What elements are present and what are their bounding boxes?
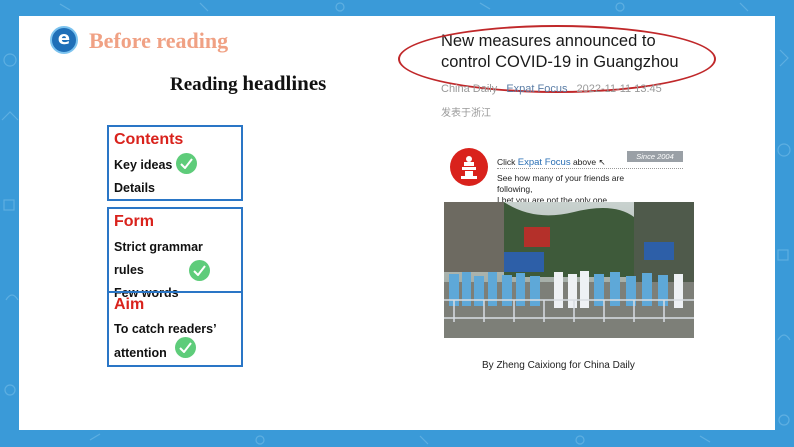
promo-click-prefix: Click <box>497 157 518 167</box>
article-location: 发表于浙江 <box>441 108 491 119</box>
checkmark-icon <box>189 260 210 281</box>
logo-e-icon: e <box>50 26 78 54</box>
contents-line-key-ideas: Key ideas <box>114 158 173 172</box>
aim-line-attention: attention <box>114 346 167 360</box>
contents-card: Contents Key ideas Details <box>107 125 243 201</box>
promo-divider <box>497 168 683 169</box>
contents-card-title: Contents <box>114 131 184 148</box>
article-datetime: 2022-11-11 13:45 <box>576 83 662 95</box>
form-card-title: Form <box>114 213 154 230</box>
subheading-word-headlines: headlines <box>242 71 327 95</box>
promo-click-line: Click Expat Focus above ↖ <box>497 157 606 168</box>
article-meta: China Daily Expat Focus 2022-11-11 13:45 <box>441 83 668 95</box>
promo-click-suffix: above ↖ <box>570 157 606 167</box>
aim-card-title: Aim <box>114 296 145 313</box>
form-line-strict-grammar: Strict grammar <box>114 240 203 254</box>
contents-line-details: Details <box>114 181 155 195</box>
subheading-word-reading: Reading <box>170 74 243 95</box>
article-column-link[interactable]: Expat Focus <box>506 83 567 95</box>
subheading: Reading headlines <box>170 71 326 96</box>
checkmark-icon <box>176 153 197 174</box>
news-photo <box>444 202 694 338</box>
aim-line-catch-readers: To catch readers’ <box>114 322 217 336</box>
form-card: Form Strict grammar rules Few words <box>107 207 243 300</box>
promo-line-1: See how many of your friends are <box>497 173 625 183</box>
article-source: China Daily <box>441 83 498 95</box>
aim-card: Aim To catch readers’ attention <box>107 291 243 367</box>
section-title: Before reading <box>89 28 229 53</box>
china-daily-logo-icon <box>450 148 488 186</box>
checkmark-icon <box>175 337 196 358</box>
form-line-rules: rules <box>114 263 144 277</box>
promo-line-2: following, <box>497 184 533 194</box>
photo-caption: By Zheng Caixiong for China Daily <box>482 360 635 371</box>
promo-expat-focus-link[interactable]: Expat Focus <box>518 157 571 168</box>
since-badge: Since 2004 <box>627 151 683 162</box>
